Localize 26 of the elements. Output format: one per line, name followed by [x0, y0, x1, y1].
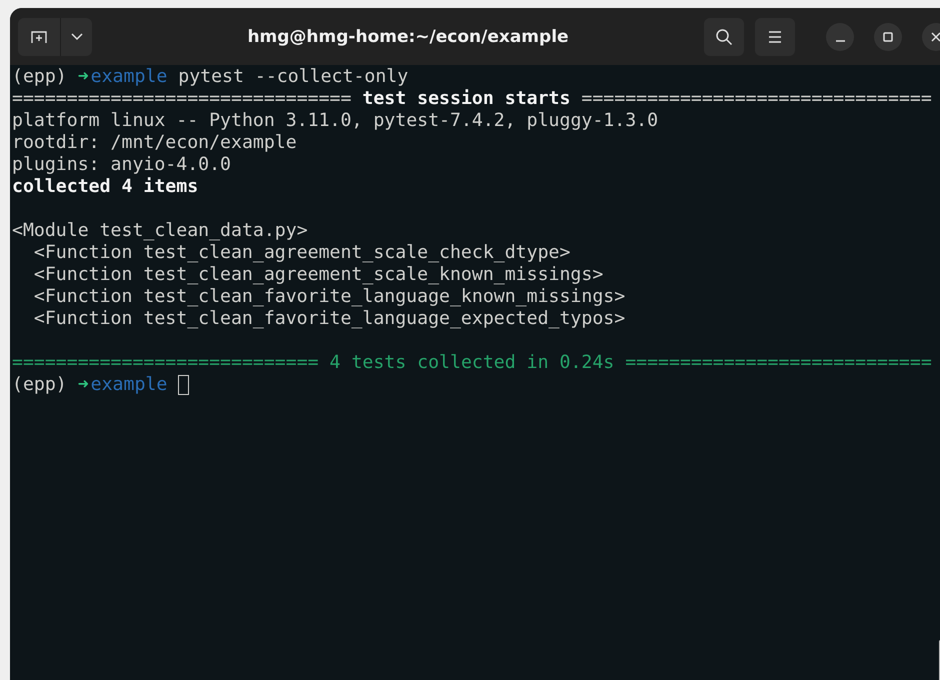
terminal-line: rootdir: /mnt/econ/example [12, 132, 297, 154]
menu-button[interactable] [755, 18, 795, 56]
new-tab-icon[interactable] [31, 30, 47, 44]
terminal-line: plugins: anyio-4.0.0 [12, 154, 231, 176]
terminal-line: <Function test_clean_favorite_language_known_missings> [34, 286, 626, 308]
menu-icon [768, 30, 782, 42]
terminal-line: <Function test_clean_agreement_scale_check_dtype> [34, 242, 570, 264]
terminal-line: (epp) ➜example pytest --collect-only [12, 66, 408, 88]
minimize-icon [836, 40, 844, 42]
terminal-line: =============================== test session starts ================================ [12, 88, 932, 110]
minimize-button[interactable] [826, 22, 854, 50]
maximize-button[interactable] [874, 22, 902, 50]
terminal-line: collected 4 items [12, 176, 198, 198]
terminal-line: (epp) ➜example [12, 374, 168, 396]
terminal-line: <Module test_clean_data.py> [12, 220, 308, 242]
caret-icon[interactable] [70, 32, 82, 40]
close-icon [931, 32, 940, 42]
terminal-line: ============================ 4 tests collected in 0.24s ============================ [12, 352, 932, 374]
terminal-line: <Function test_clean_favorite_language_expected_typos> [34, 308, 626, 330]
terminal-line: <Function test_clean_agreement_scale_known_missings> [34, 264, 604, 286]
search-icon [715, 28, 733, 46]
window-title: hmg@hmg-home:~/econ/example [247, 26, 569, 46]
search-button[interactable] [704, 18, 744, 56]
terminal-line: platform linux -- Python 3.11.0, pytest-7.4.2, pluggy-1.3.0 [12, 110, 658, 132]
maximize-icon [883, 32, 893, 42]
new-tab-split-button[interactable] [18, 18, 92, 56]
